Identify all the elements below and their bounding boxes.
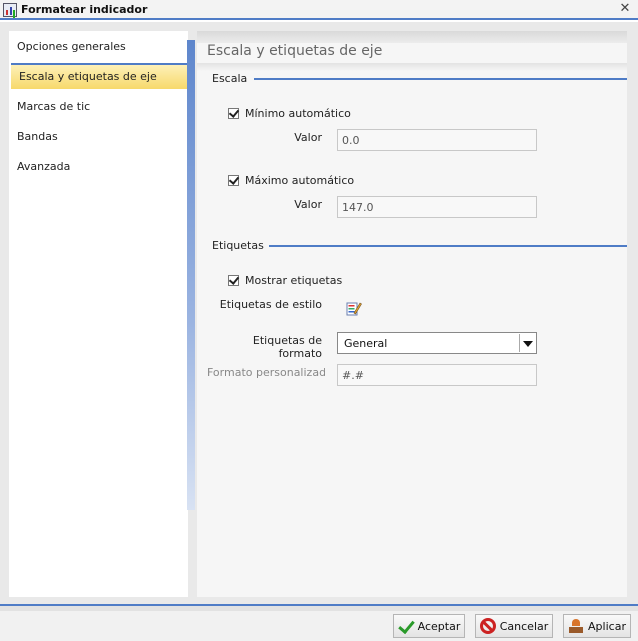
labels-section-line [269,245,627,247]
format-select-value: General [344,337,388,350]
content-top-shade [197,31,627,43]
apply-button-label: Aplicar [588,619,626,633]
show-labels-label: Mostrar etiquetas [245,274,343,287]
apply-button[interactable]: Aplicar [563,614,631,638]
sidebar-divider-strip [187,40,195,510]
checkbox-checked-icon [228,175,239,186]
min-value-input[interactable] [337,129,537,151]
chart-indicator-icon [3,3,17,17]
stamp-icon [568,618,584,634]
custom-format-input[interactable] [337,364,537,386]
checkbox-checked-icon [228,275,239,286]
content-panel: Escala y etiquetas de eje Escala Mínimo … [197,31,627,597]
max-auto-label: Máximo automático [245,174,355,187]
max-value-input[interactable] [337,196,537,218]
cancel-button-label: Cancelar [499,619,549,633]
min-auto-label: Mínimo automático [245,107,351,120]
labels-section-heading: Etiquetas [212,239,264,252]
cancel-button[interactable]: Cancelar [475,614,553,638]
show-labels-checkbox[interactable]: Mostrar etiquetas [228,274,342,287]
cancel-icon [479,618,496,634]
format-labels-label: Etiquetas de formato [252,334,322,360]
checkbox-checked-icon [228,108,239,119]
title-bar: Formatear indicador ✕ [0,0,638,20]
max-value-label: Valor [294,198,322,211]
sidebar-item-general-options[interactable]: Opciones generales [9,35,186,61]
dialog-body: Opciones generales Escala y etiquetas de… [0,22,638,604]
sidebar-item-advanced[interactable]: Avanzada [9,155,186,181]
footer-divider [0,606,638,611]
dialog-footer: Aceptar Cancelar Aplicar [0,604,638,641]
sidebar-item-tick-marks[interactable]: Marcas de tic [9,95,186,121]
page-title: Escala y etiquetas de eje [207,43,383,59]
checkmark-icon [398,618,414,634]
min-auto-checkbox[interactable]: Mínimo automático [228,107,351,120]
scale-section-heading: Escala [212,72,248,85]
format-select[interactable]: General [337,332,537,354]
accept-button[interactable]: Aceptar [393,614,465,638]
max-auto-checkbox[interactable]: Máximo automático [228,174,354,187]
style-edit-icon[interactable] [346,300,362,316]
min-value-label: Valor [294,131,322,144]
style-labels-label: Etiquetas de estilo [219,298,322,311]
accept-button-label: Aceptar [417,619,461,633]
window-title: Formatear indicador [21,3,148,16]
sidebar-item-bands[interactable]: Bandas [9,125,186,151]
custom-format-label: Formato personalizadc [207,366,325,379]
scale-section-line [254,78,627,80]
close-icon[interactable]: ✕ [618,2,632,16]
sidebar-item-scale-axis-labels[interactable]: Escala y etiquetas de eje [11,63,195,89]
title-divider [197,63,627,71]
sidebar: Opciones generales Escala y etiquetas de… [9,31,195,597]
chevron-down-icon[interactable] [519,334,535,352]
